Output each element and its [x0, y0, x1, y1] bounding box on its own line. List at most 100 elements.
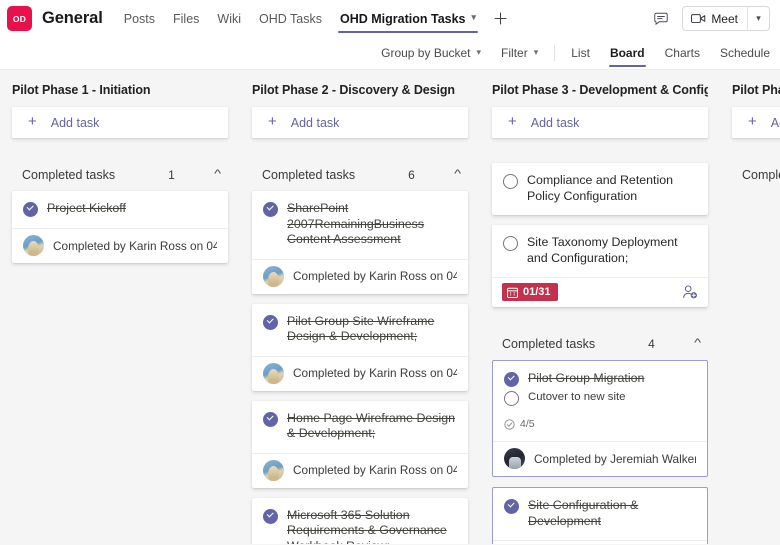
plus-icon [493, 12, 507, 25]
task-line: Compliance and Retention Policy Configur… [503, 173, 696, 204]
checklist-progress: 4/5 [504, 418, 695, 430]
chevron-up-icon[interactable]: ^ [454, 168, 461, 180]
completion-text: Completed by Jeremiah Walker o... [534, 451, 696, 466]
tab-files[interactable]: Files [164, 0, 208, 37]
task-card[interactable]: Project Kickoff Completed by Karin Ross … [12, 191, 228, 263]
tab-posts-label: Posts [123, 11, 156, 26]
task-card-body: Project Kickoff [12, 191, 228, 228]
tab-ohd-migration-tasks[interactable]: OHD Migration Tasks ▾ [331, 0, 485, 37]
bucket-title: Pilot Phase [732, 83, 780, 97]
completed-tasks-header[interactable]: Completed tasks 4 ^ [492, 337, 708, 351]
tab-posts[interactable]: Posts [115, 0, 164, 37]
task-card-footer: Completed by Karin Ross on 04/28 [252, 258, 468, 294]
filter-button[interactable]: Filter ▾ [491, 37, 548, 70]
task-line: Site Configuration & Development [504, 498, 695, 529]
completed-tasks-count: 4 [648, 337, 655, 351]
add-task-button[interactable]: + Add task [12, 107, 228, 138]
completed-tasks-label: Completed tasks [262, 168, 356, 182]
add-task-button[interactable]: + Add task [252, 107, 468, 138]
meet-button-group: Meet ▾ [682, 6, 770, 31]
view-tab-list[interactable]: List [561, 37, 600, 70]
due-date-badge[interactable]: 01/31 [502, 283, 558, 301]
chevron-up-icon[interactable]: ^ [694, 337, 701, 349]
tab-ohd-tasks-label: OHD Tasks [259, 11, 323, 26]
task-checkbox-completed-icon[interactable] [504, 499, 519, 514]
task-card[interactable]: Pilot Group Migration Cutover to new sit… [492, 360, 708, 477]
bucket-pilot-phase-1: Pilot Phase 1 - Initiation + Add task Co… [0, 70, 240, 544]
chevron-down-icon[interactable]: ▾ [472, 12, 477, 23]
add-assignee-icon[interactable] [682, 285, 698, 299]
add-task-button[interactable]: + Add task [492, 107, 708, 138]
task-title: Pilot Group Site Wireframe Design & Deve… [287, 313, 435, 344]
bucket-title: Pilot Phase 2 - Discovery & Design [252, 83, 455, 97]
task-card[interactable]: Site Configuration & Development Complet… [492, 487, 708, 544]
task-checkbox-completed-icon[interactable] [263, 314, 278, 330]
completion-text: Completed by Karin Ross on 04/28 [293, 269, 457, 283]
task-card-body: Pilot Group Site Wireframe Design & Deve… [252, 304, 468, 356]
bucket-pilot-phase-4: Pilot Phase + Add Complete [720, 70, 780, 544]
task-checkbox-completed-icon[interactable] [504, 372, 519, 387]
task-card-body: Site Configuration & Development [493, 488, 707, 540]
task-card-footer: 01/31 [492, 277, 708, 307]
task-line: SharePoint 2007RemainingBusiness Content… [263, 201, 456, 248]
planner-board[interactable]: Pilot Phase 1 - Initiation + Add task Co… [0, 70, 780, 544]
meet-label: Meet [711, 11, 738, 26]
view-tab-list-label: List [571, 46, 590, 60]
task-checkbox-completed-icon[interactable] [23, 202, 38, 217]
completed-tasks-header[interactable]: Completed tasks 1 ^ [12, 168, 228, 182]
task-card[interactable]: SharePoint 2007RemainingBusiness Content… [252, 191, 468, 294]
task-card[interactable]: Site Taxonomy Deployment and Configurati… [492, 225, 708, 307]
calendar-icon [507, 287, 518, 298]
task-card[interactable]: Compliance and Retention Policy Configur… [492, 163, 708, 215]
plus-icon: + [748, 113, 757, 130]
task-line: Home Page Wireframe Design & Development… [263, 411, 456, 442]
header-actions: Meet ▾ [648, 6, 772, 32]
avatar [504, 448, 525, 469]
bucket-title: Pilot Phase 1 - Initiation [12, 83, 151, 97]
task-line: Project Kickoff [23, 201, 216, 217]
task-card[interactable]: Pilot Group Site Wireframe Design & Deve… [252, 303, 468, 391]
task-checkbox-completed-icon[interactable] [263, 411, 278, 427]
task-title: SharePoint 2007RemainingBusiness Content… [287, 201, 425, 246]
avatar [263, 362, 284, 384]
completed-tasks-count: 1 [168, 168, 175, 182]
view-tab-board[interactable]: Board [600, 37, 655, 70]
add-tab-button[interactable] [485, 0, 515, 37]
team-avatar[interactable]: OD [7, 6, 32, 31]
plus-icon: + [28, 113, 37, 130]
plus-icon: + [268, 113, 277, 130]
task-card-body: Home Page Wireframe Design & Development… [252, 401, 468, 453]
chat-bubble-icon[interactable] [648, 6, 674, 32]
chevron-up-icon[interactable]: ^ [214, 168, 221, 180]
add-task-label: Add task [50, 115, 100, 130]
task-checkbox-open-icon[interactable] [503, 236, 518, 251]
avatar [263, 459, 284, 481]
tab-files-label: Files [173, 11, 200, 26]
completed-tasks-header[interactable]: Complete [732, 168, 780, 182]
view-tab-board-label: Board [609, 46, 645, 60]
tab-wiki[interactable]: Wiki [208, 0, 250, 37]
task-card[interactable]: Home Page Wireframe Design & Development… [252, 400, 468, 488]
task-line: Cutover to new site [504, 390, 695, 406]
toolbar-divider [554, 45, 556, 61]
group-by-bucket-button[interactable]: Group by Bucket ▾ [371, 37, 491, 70]
channel-title: General [42, 9, 103, 27]
meet-options-chevron-down-icon[interactable]: ▾ [747, 7, 769, 30]
task-checkbox-completed-icon[interactable] [263, 508, 278, 524]
add-task-button[interactable]: + Add [732, 107, 780, 138]
task-line: Microsoft 365 Solution Requirements & Go… [263, 508, 456, 544]
filter-label: Filter [501, 46, 528, 60]
task-card[interactable]: Microsoft 365 Solution Requirements & Go… [252, 497, 468, 544]
tab-ohd-tasks[interactable]: OHD Tasks [250, 0, 331, 37]
view-tab-charts[interactable]: Charts [655, 37, 710, 70]
task-checkbox-open-icon[interactable] [503, 174, 518, 189]
chevron-down-icon: ▾ [533, 46, 539, 57]
task-card-body: Pilot Group Migration Cutover to new sit… [493, 361, 707, 441]
meet-button[interactable]: Meet [683, 7, 747, 30]
completed-tasks-header[interactable]: Completed tasks 6 ^ [252, 168, 468, 182]
view-tab-schedule[interactable]: Schedule [710, 37, 780, 70]
channel-header: OD General Posts Files Wiki OHD Tasks OH… [0, 0, 780, 37]
task-checkbox-open-icon[interactable] [504, 391, 519, 406]
task-checkbox-completed-icon[interactable] [263, 202, 278, 217]
